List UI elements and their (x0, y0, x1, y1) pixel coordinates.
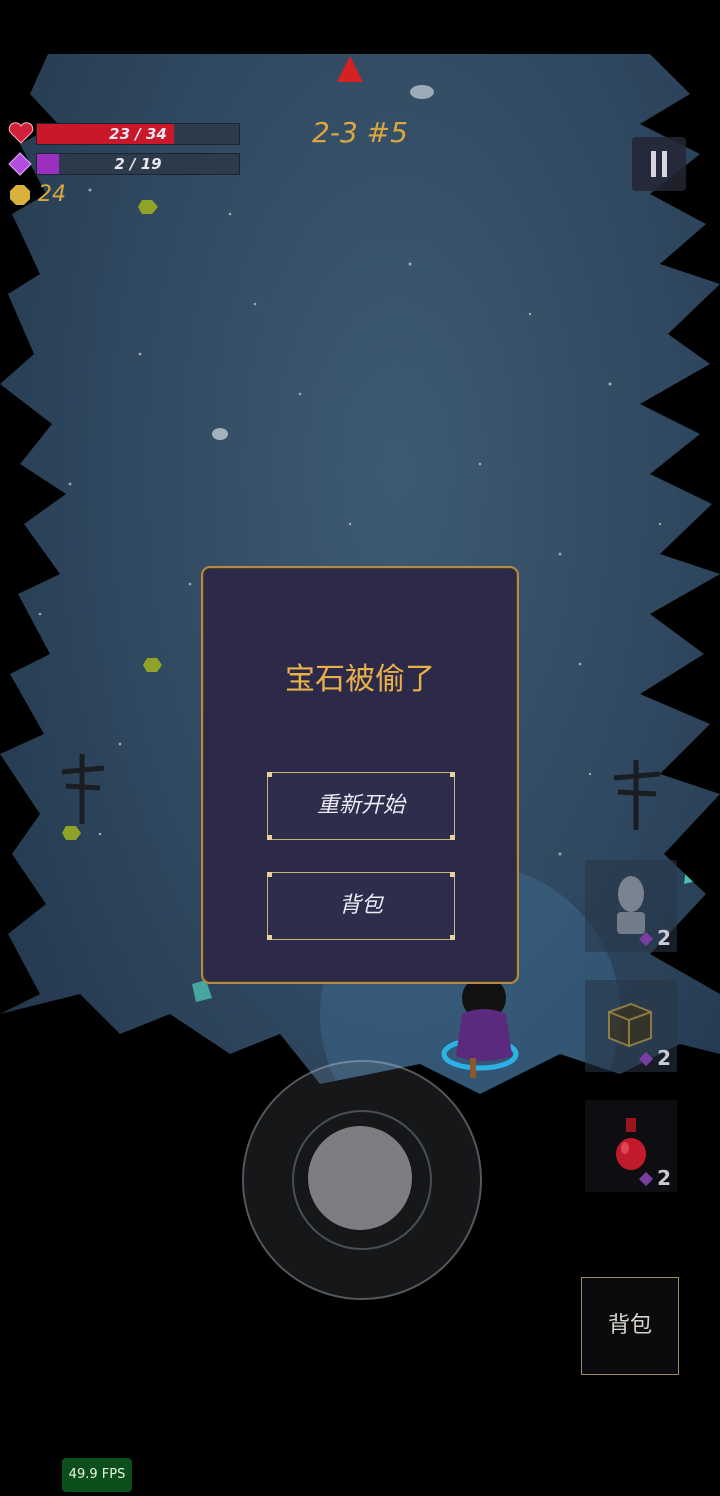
restart-button[interactable]: 重新开始 (267, 772, 455, 840)
slot-count: 2 (657, 1046, 671, 1070)
heart-icon (8, 122, 34, 144)
gem-icon (638, 1171, 654, 1187)
item-slot-statue[interactable]: 2 (585, 860, 677, 952)
gem-icon (638, 1051, 654, 1067)
level-label: 2-3 #5 (312, 116, 408, 149)
pause-icon (632, 137, 686, 191)
dialog-title: 宝石被偷了 (285, 662, 435, 697)
slot-count: 2 (657, 926, 671, 950)
dialog-bag-button-label: 背包 (338, 893, 383, 918)
item-slot-potion[interactable]: 2 (585, 1100, 677, 1192)
item-slot-crate[interactable]: 2 (585, 980, 677, 1072)
gold-count: 24 (38, 182, 66, 207)
bag-button[interactable]: 背包 (581, 1277, 679, 1375)
health-text: 23 / 34 (109, 125, 167, 143)
statue-icon (617, 876, 645, 934)
potion-icon (616, 1118, 646, 1170)
pause-button[interactable] (632, 137, 686, 191)
mana-text: 2 / 19 (114, 155, 162, 173)
crate-icon (608, 1002, 652, 1048)
coin-icon (10, 185, 30, 205)
gem-icon (8, 152, 32, 176)
health-bar: 23 / 34 (36, 123, 240, 145)
restart-button-label: 重新开始 (316, 793, 405, 818)
joystick-knob[interactable] (308, 1126, 412, 1230)
mana-bar: 2 / 19 (36, 153, 240, 175)
dialog-bag-button[interactable]: 背包 (267, 872, 455, 940)
fps-counter: 49.9 FPS (62, 1458, 132, 1492)
slot-count: 2 (657, 1166, 671, 1190)
arrow-up-icon (337, 56, 363, 82)
top-band (0, 0, 720, 54)
game-over-dialog: 宝石被偷了 重新开始 背包 (201, 566, 519, 984)
